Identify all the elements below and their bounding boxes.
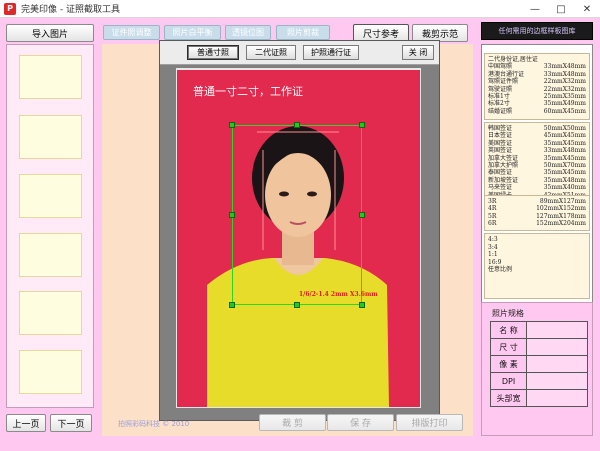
size-item[interactable]: 4R 102mmX152mm bbox=[488, 205, 586, 212]
thumbnail-slot[interactable] bbox=[19, 233, 82, 277]
size-item[interactable]: 马来签证 35mmX40mm bbox=[488, 184, 586, 191]
crop-box[interactable] bbox=[232, 125, 362, 305]
maximize-icon[interactable]: □ bbox=[548, 0, 574, 18]
ratio-group: 4:3 3:4 1:1 16:9 任意比例 bbox=[484, 233, 590, 299]
tab-passport[interactable]: 护照通行证 bbox=[303, 45, 359, 60]
window-controls: — □ ✕ bbox=[522, 0, 600, 18]
ratio-item[interactable]: 4:3 bbox=[488, 236, 586, 244]
spec-label: 尺 寸 bbox=[490, 338, 527, 356]
portrait-photo: 普通一寸二寸，工作证 1/6/2-1.4 2mm X3.6mm bbox=[177, 70, 420, 407]
crop-handle[interactable] bbox=[229, 122, 235, 128]
spec-table: 名 称 尺 寸 像 素 DPI 头部宽 bbox=[490, 321, 588, 407]
crop-handle[interactable] bbox=[294, 302, 300, 308]
tab-white-balance[interactable]: 照片白平衡 bbox=[164, 25, 221, 40]
watermark-text: 拍照彩码科技 © 2010 bbox=[118, 420, 190, 428]
spec-value bbox=[526, 321, 588, 339]
tab-photo-adjust[interactable]: 证件照调整 bbox=[103, 25, 160, 40]
tab-id-card[interactable]: 二代证照 bbox=[246, 45, 296, 60]
crop-size-label: 1/6/2-1.4 2mm X3.6mm bbox=[299, 291, 378, 298]
size-item[interactable]: 英国签证 33mmX48mm bbox=[488, 147, 586, 154]
app-icon: P bbox=[4, 2, 16, 15]
tab-lens-bitmap[interactable]: 透镜位图 bbox=[225, 25, 271, 40]
thumbnail-panel bbox=[6, 44, 94, 408]
photo-caption: 普通一寸二寸，工作证 bbox=[193, 85, 303, 98]
spec-value bbox=[526, 372, 588, 390]
frame-library-header[interactable]: 任何需用的边框样板图库 bbox=[481, 22, 593, 40]
crop-handle[interactable] bbox=[359, 212, 365, 218]
size-item[interactable]: 6R 152mmX204mm bbox=[488, 220, 586, 227]
size-group-id: 二代身份证,居住证 中国驾照 33mmX48mm 港澳台通行证 33mmX48mm … bbox=[484, 53, 590, 120]
crop-handle[interactable] bbox=[229, 302, 235, 308]
ratio-item[interactable]: 1:1 bbox=[488, 251, 586, 259]
close-icon[interactable]: ✕ bbox=[574, 0, 600, 18]
spec-label: 像 素 bbox=[490, 355, 527, 373]
table-row: 头部宽 bbox=[490, 389, 588, 407]
title-bar: P 完美印像 - 证照截取工具 — □ ✕ bbox=[0, 0, 600, 18]
ratio-item[interactable]: 3:4 bbox=[488, 244, 586, 252]
table-row: 像 素 bbox=[490, 355, 588, 373]
spec-label: 头部宽 bbox=[490, 389, 527, 407]
ratio-item[interactable]: 任意比例 bbox=[488, 266, 586, 274]
thumbnail-slot[interactable] bbox=[19, 174, 82, 218]
table-row: 名 称 bbox=[490, 321, 588, 339]
size-group-print: 3R 89mmX127mm 4R 102mmX152mm 5R 127mmX178mm… bbox=[484, 195, 590, 231]
dialog-toolbar: 普通寸照 二代证照 护照通行证 关 闭 bbox=[160, 41, 439, 65]
dialog-close-button[interactable]: 关 闭 bbox=[402, 45, 434, 60]
table-row: 尺 寸 bbox=[490, 338, 588, 356]
size-item[interactable]: 日本签证 45mmX45mm bbox=[488, 132, 586, 139]
minimize-icon[interactable]: — bbox=[522, 0, 548, 18]
thumbnail-slot[interactable] bbox=[19, 115, 82, 159]
crop-handle[interactable] bbox=[359, 302, 365, 308]
prev-page-button[interactable]: 上一页 bbox=[6, 414, 46, 432]
tab-photo-crop[interactable]: 照片剪裁 bbox=[276, 25, 330, 40]
size-item[interactable]: 泰国签证 35mmX45mm bbox=[488, 169, 586, 176]
size-item[interactable]: 标准2寸 35mmX49mm bbox=[488, 100, 586, 107]
spec-value bbox=[526, 355, 588, 373]
spec-label: DPI bbox=[490, 372, 527, 390]
spec-value bbox=[526, 389, 588, 407]
thumbnail-slot[interactable] bbox=[19, 291, 82, 335]
spec-title: 照片规格 bbox=[492, 309, 524, 318]
size-group-visa: 韩国签证 50mmX50mm 日本签证 45mmX45mm 美国签证 35mmX45m… bbox=[484, 122, 590, 202]
size-item[interactable]: 中国驾照 33mmX48mm bbox=[488, 63, 586, 70]
size-item[interactable]: 结婚证照 60mmX45mm bbox=[488, 108, 586, 115]
size-item[interactable]: 驾照证件照 22mmX32mm bbox=[488, 78, 586, 85]
thumbnail-slot[interactable] bbox=[19, 350, 82, 394]
save-button[interactable]: 保 存 bbox=[327, 414, 394, 431]
spec-value bbox=[526, 338, 588, 356]
window-title: 完美印像 - 证照截取工具 bbox=[21, 5, 120, 15]
spec-label: 名 称 bbox=[490, 321, 527, 339]
next-page-button[interactable]: 下一页 bbox=[50, 414, 92, 432]
crop-handle[interactable] bbox=[229, 212, 235, 218]
thumbnail-slot[interactable] bbox=[19, 55, 82, 99]
table-row: DPI bbox=[490, 372, 588, 390]
size-item[interactable]: 加拿大签证 35mmX45mm bbox=[488, 155, 586, 162]
size-item[interactable]: 3R 89mmX127mm bbox=[488, 198, 586, 205]
layout-print-button[interactable]: 排版打印 bbox=[396, 414, 463, 431]
crop-handle[interactable] bbox=[359, 122, 365, 128]
crop-button[interactable]: 裁 剪 bbox=[259, 414, 326, 431]
tab-normal-inch[interactable]: 普通寸照 bbox=[187, 45, 239, 60]
import-image-button[interactable]: 导入图片 bbox=[6, 24, 94, 42]
size-item[interactable]: 驾驶证照 22mmX32mm bbox=[488, 86, 586, 93]
photo-spec-group: 照片规格 名 称 尺 寸 像 素 DPI 头部宽 bbox=[481, 302, 593, 436]
size-item[interactable]: 5R 127mmX178mm bbox=[488, 213, 586, 220]
crop-handle[interactable] bbox=[294, 122, 300, 128]
